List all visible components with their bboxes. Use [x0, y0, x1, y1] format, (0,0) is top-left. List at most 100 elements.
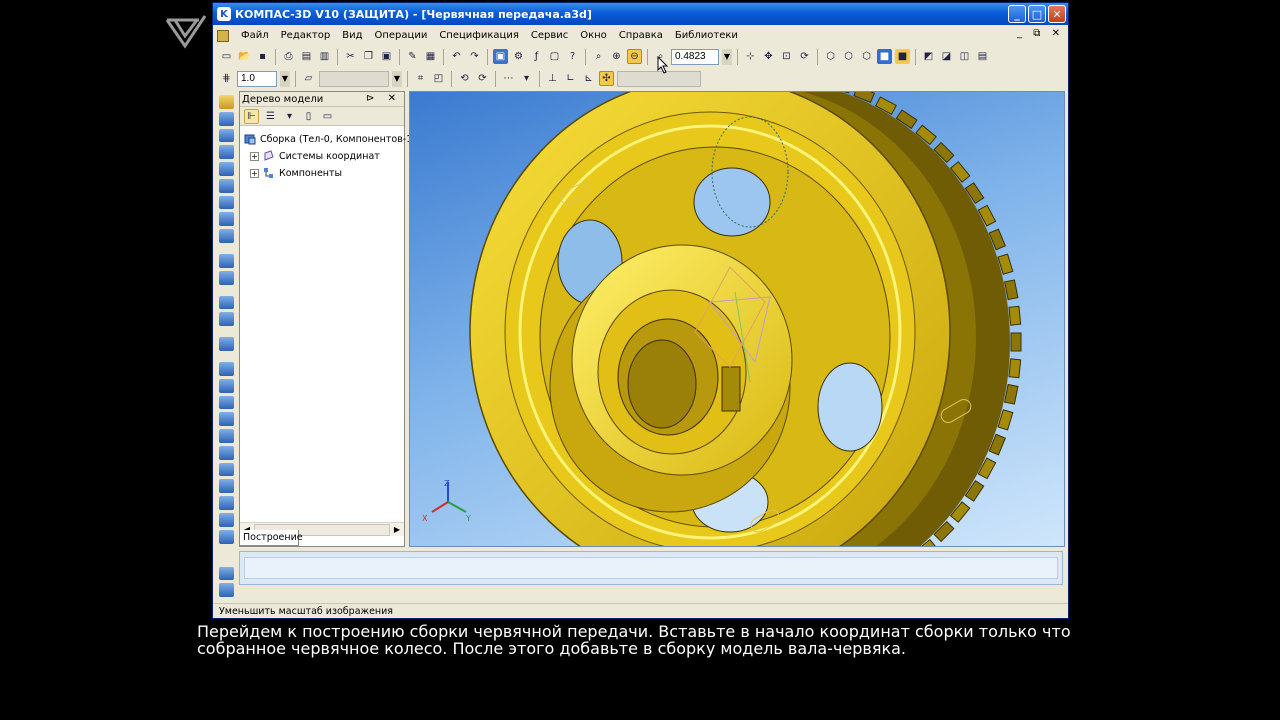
- menu-view[interactable]: Вид: [336, 30, 368, 41]
- tool-icon-20[interactable]: [218, 445, 234, 460]
- menu-operations[interactable]: Операции: [368, 30, 433, 41]
- snap-icon[interactable]: ⊾: [581, 71, 596, 86]
- axes-icon[interactable]: ⊥: [545, 71, 560, 86]
- doc-window-controls[interactable]: _ ⧉ ✕: [1017, 28, 1064, 39]
- zoom-input[interactable]: [671, 48, 719, 65]
- tree-node-components[interactable]: + Компоненты: [250, 167, 342, 179]
- zoom-out-icon[interactable]: ⊖: [627, 49, 642, 64]
- mate2-icon[interactable]: ⟳: [475, 71, 490, 86]
- perspective-icon[interactable]: ◩: [921, 49, 936, 64]
- tool-icon-6[interactable]: [218, 178, 234, 193]
- menu-help[interactable]: Справка: [613, 30, 669, 41]
- paste-icon[interactable]: ▣: [379, 49, 394, 64]
- pan-icon[interactable]: ✥: [761, 49, 776, 64]
- display-icon[interactable]: ◫: [957, 49, 972, 64]
- snap-grid-icon[interactable]: ⋯: [501, 71, 516, 86]
- halftone-edges-icon[interactable]: ■: [895, 49, 910, 64]
- variables-icon[interactable]: ƒ: [529, 49, 544, 64]
- orientation-icon[interactable]: ⊹: [743, 49, 758, 64]
- wireframe-icon[interactable]: ⬡: [823, 49, 838, 64]
- library-icon[interactable]: ▣: [493, 49, 508, 64]
- cut-icon[interactable]: ✂: [343, 49, 358, 64]
- menu-libraries[interactable]: Библиотеки: [669, 30, 744, 41]
- tool-icon-5[interactable]: [218, 162, 234, 176]
- halftone-icon[interactable]: ■: [877, 49, 892, 64]
- preview-icon[interactable]: ▤: [299, 49, 314, 64]
- menu-specification[interactable]: Спецификация: [433, 30, 525, 41]
- new-icon[interactable]: ▭: [219, 49, 234, 64]
- 3d-viewport[interactable]: Z X Y: [409, 91, 1065, 547]
- snap-dropdown-icon[interactable]: ▾: [519, 71, 534, 86]
- open-icon[interactable]: 📂: [237, 49, 252, 64]
- tool-icon-15[interactable]: [218, 361, 234, 376]
- sketch-icon[interactable]: ⌗: [413, 71, 428, 86]
- menu-window[interactable]: Окно: [574, 30, 613, 41]
- tool-icon-18[interactable]: [218, 412, 234, 427]
- settings-icon[interactable]: ⚙: [511, 49, 526, 64]
- expand-icon[interactable]: +: [250, 168, 259, 178]
- tool-icon-11[interactable]: [218, 270, 234, 285]
- tool-icon-25[interactable]: [218, 529, 234, 544]
- undo-icon[interactable]: ↶: [449, 49, 464, 64]
- copy-icon[interactable]: ❐: [361, 49, 376, 64]
- tool-icon-3[interactable]: [218, 128, 234, 143]
- layers-icon[interactable]: ▤: [975, 49, 990, 64]
- step-input[interactable]: [237, 70, 277, 87]
- menu-service[interactable]: Сервис: [525, 30, 574, 41]
- tool-icon-19[interactable]: [218, 429, 234, 443]
- tree-split-icon[interactable]: ▯: [301, 109, 316, 124]
- tool-icon-7[interactable]: [218, 195, 234, 210]
- manager-icon[interactable]: ▦: [423, 49, 438, 64]
- properties-icon[interactable]: ✎: [405, 49, 420, 64]
- measure-icon[interactable]: ▢: [547, 49, 562, 64]
- tool-icon-24[interactable]: [218, 512, 234, 527]
- plot-icon[interactable]: ▥: [317, 49, 332, 64]
- thin-lines-icon[interactable]: ⬡: [859, 49, 874, 64]
- tree-structure-icon[interactable]: ☰: [263, 109, 278, 124]
- tree-node-coord-systems[interactable]: + Системы координат: [250, 150, 380, 162]
- plane-dropdown[interactable]: ▼: [392, 70, 402, 87]
- tool-icon-4[interactable]: [218, 145, 234, 160]
- hidden-lines-icon[interactable]: ⬡: [841, 49, 856, 64]
- redo-icon[interactable]: ↷: [467, 49, 482, 64]
- zoom-window-icon[interactable]: ⌕: [591, 49, 606, 64]
- tree-order-icon[interactable]: ⊩: [244, 108, 259, 124]
- zoom-dropdown[interactable]: ▼: [722, 48, 732, 65]
- tool-icon-23[interactable]: [218, 496, 234, 510]
- edit-part-icon[interactable]: ◰: [431, 71, 446, 86]
- tool-icon-1[interactable]: [218, 95, 234, 109]
- save-icon[interactable]: ▪: [255, 49, 270, 64]
- tool-icon-27[interactable]: [218, 583, 234, 598]
- tool-icon-26[interactable]: [218, 566, 234, 581]
- tool-icon-2[interactable]: [218, 111, 234, 126]
- tool-icon-17[interactable]: [218, 395, 234, 410]
- tool-icon-8[interactable]: [218, 212, 234, 227]
- section-icon[interactable]: ◪: [939, 49, 954, 64]
- magnet-icon[interactable]: ✣: [599, 71, 614, 86]
- fit-icon[interactable]: ⊡: [779, 49, 794, 64]
- tool-icon-22[interactable]: [218, 479, 234, 494]
- tool-icon-13[interactable]: [218, 312, 234, 327]
- scroll-right-icon[interactable]: ▶: [390, 523, 404, 537]
- minimize-icon[interactable]: _: [1008, 5, 1026, 23]
- menu-file[interactable]: Файл: [235, 30, 275, 41]
- help-icon[interactable]: ?: [565, 49, 580, 64]
- tool-icon-16[interactable]: [218, 378, 234, 393]
- tree-dropdown-icon[interactable]: ▾: [282, 109, 297, 124]
- plane-icon[interactable]: ▱: [301, 71, 316, 86]
- panel-controls[interactable]: ⊳ ✕: [366, 93, 401, 104]
- tool-icon-12[interactable]: [218, 295, 234, 310]
- step-dropdown[interactable]: ▼: [280, 70, 290, 87]
- maximize-icon[interactable]: □: [1028, 5, 1046, 23]
- close-icon[interactable]: ✕: [1048, 5, 1066, 23]
- tab-construction[interactable]: Построение: [239, 530, 303, 546]
- plane-field[interactable]: [319, 70, 389, 87]
- mate-icon[interactable]: ⟲: [457, 71, 472, 86]
- rotate-icon[interactable]: ⟳: [797, 49, 812, 64]
- zoom-in-icon[interactable]: ⊕: [609, 49, 624, 64]
- tree-expand-icon[interactable]: ▭: [320, 109, 335, 124]
- tool-icon-10[interactable]: [218, 254, 234, 268]
- tree-node-root[interactable]: Сборка (Тел-0, Компонентов-1): [244, 133, 416, 145]
- tool-icon-9[interactable]: [218, 229, 234, 244]
- menu-editor[interactable]: Редактор: [275, 30, 337, 41]
